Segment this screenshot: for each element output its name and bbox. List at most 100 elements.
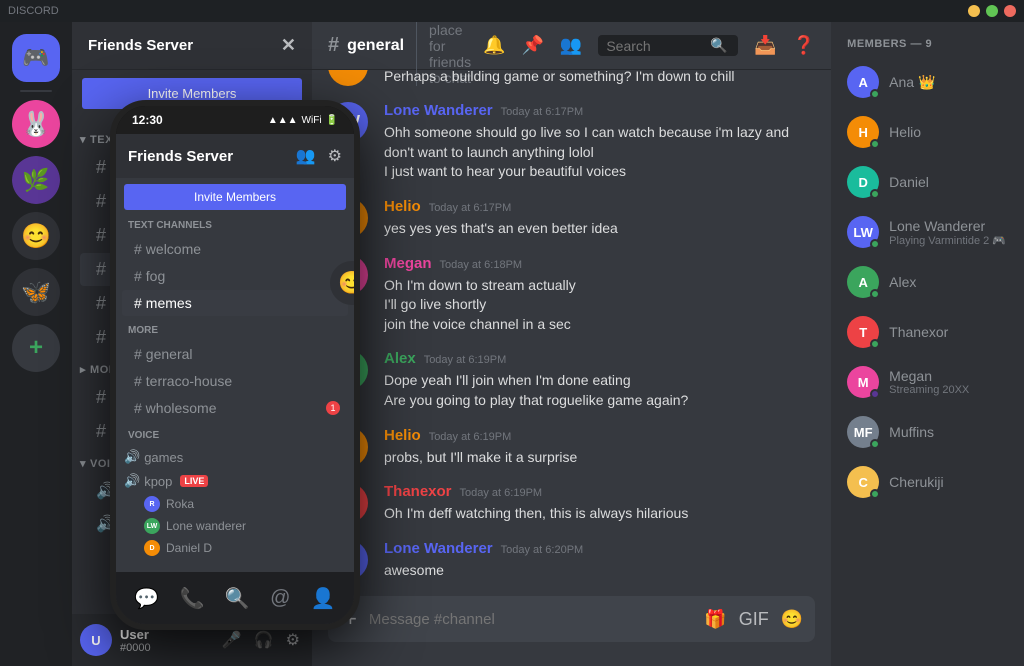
member-item[interactable]: DDaniel bbox=[839, 158, 1024, 206]
member-item[interactable]: CCherukiji bbox=[839, 458, 1024, 506]
mobile-phone: 12:30 ▲▲▲ WiFi 🔋 Friends Server 👥 ⚙ Invi… bbox=[110, 100, 360, 630]
member-item[interactable]: MFMuffins bbox=[839, 408, 1024, 456]
member-info: MeganStreaming 20XX bbox=[889, 368, 969, 396]
member-item[interactable]: AAlex bbox=[839, 258, 1024, 306]
message-input-box: + 🎁 GIF 😊 bbox=[328, 596, 815, 642]
phone-settings-icon[interactable]: ⚙ bbox=[328, 146, 342, 166]
phone-mentions-icon[interactable]: @ bbox=[270, 587, 290, 610]
message-author[interactable]: Thanexor bbox=[384, 483, 452, 500]
hash-icon: # bbox=[96, 421, 106, 442]
member-item[interactable]: M MeganStreaming 20XX bbox=[839, 358, 1024, 406]
mute-button[interactable]: 🎤 bbox=[218, 626, 246, 654]
title-bar-title: DISCORD bbox=[8, 5, 59, 17]
phone-text-category: TEXT CHANNELS bbox=[116, 216, 354, 235]
server-icon-3[interactable]: 😊 bbox=[12, 212, 60, 260]
phone-voice-games[interactable]: 🔊 games bbox=[116, 445, 354, 469]
member-name: Daniel bbox=[889, 174, 929, 190]
deafen-button[interactable]: 🎧 bbox=[250, 626, 278, 654]
avatar: H bbox=[847, 116, 879, 148]
close-button[interactable] bbox=[1004, 5, 1016, 17]
phone-channel-wholesome[interactable]: # wholesome 1 bbox=[122, 395, 348, 421]
message-group: LWLone WandererToday at 6:20PMawesome bbox=[328, 540, 815, 581]
message-author[interactable]: Lone Wanderer bbox=[384, 102, 493, 119]
status-dot bbox=[870, 489, 880, 499]
emoji-icon[interactable]: 😊 bbox=[781, 609, 803, 630]
phone-channel-memes[interactable]: # memes bbox=[122, 290, 348, 316]
message-author[interactable]: Helio bbox=[384, 198, 421, 215]
status-dot bbox=[870, 339, 880, 349]
message-header: Alex Today at 6:19PM bbox=[384, 350, 815, 367]
phone-profile-icon[interactable]: 👤 bbox=[311, 586, 336, 611]
add-server-button[interactable]: + bbox=[12, 324, 60, 372]
gift-icon[interactable]: 🎁 bbox=[704, 609, 726, 630]
server-icon-1[interactable]: 🐰 bbox=[12, 100, 60, 148]
member-item[interactable]: HHelio bbox=[839, 108, 1024, 156]
message-header: HelioToday at 6:19PM bbox=[384, 427, 815, 444]
search-input[interactable] bbox=[606, 38, 706, 54]
channel-header: # general A place for friends to chat 🔔 … bbox=[312, 22, 831, 70]
pin-icon[interactable]: 📌 bbox=[521, 35, 543, 56]
phone-search-icon[interactable]: 🔍 bbox=[225, 586, 250, 611]
message-header: MeganToday at 6:18PM bbox=[384, 255, 815, 272]
message-author[interactable]: Helio bbox=[384, 427, 421, 444]
avatar: LW bbox=[847, 216, 879, 248]
settings-button[interactable]: ⚙ bbox=[282, 626, 304, 654]
wifi-icon: WiFi bbox=[302, 115, 322, 126]
message-timestamp: Today at 6:17PM bbox=[501, 106, 584, 118]
speaker-icon: 🔊 bbox=[124, 449, 140, 465]
phone-voice-kpop[interactable]: 🔊 kpop LIVE bbox=[116, 469, 354, 493]
inbox-icon[interactable]: 📥 bbox=[754, 35, 776, 56]
phone-voice-member-roka[interactable]: R Roka bbox=[116, 493, 354, 515]
avatar: C bbox=[847, 466, 879, 498]
gif-icon[interactable]: GIF bbox=[739, 609, 769, 630]
server-icon-home[interactable]: 🎮 bbox=[12, 34, 60, 82]
title-bar: DISCORD bbox=[0, 0, 1024, 22]
phone-channel-terraco-house[interactable]: # terraco-house bbox=[122, 368, 348, 394]
member-item[interactable]: AAna 👑 bbox=[839, 58, 1024, 106]
search-box[interactable]: 🔍 bbox=[598, 35, 738, 56]
avatar: M bbox=[847, 366, 879, 398]
help-icon[interactable]: ❓ bbox=[793, 35, 815, 56]
server-icon-2[interactable] bbox=[12, 156, 60, 204]
member-item[interactable]: TThanexor bbox=[839, 308, 1024, 356]
hash-icon: # bbox=[96, 191, 106, 212]
message-content: Lone WandererToday at 6:20PMawesome bbox=[384, 540, 815, 581]
mobile-overlay: 12:30 ▲▲▲ WiFi 🔋 Friends Server 👥 ⚙ Invi… bbox=[110, 0, 370, 666]
members-icon[interactable]: 👥 bbox=[560, 35, 582, 56]
message-author[interactable]: Alex bbox=[384, 350, 416, 367]
member-item[interactable]: LWLone WandererPlaying Varmintide 2 🎮 bbox=[839, 208, 1024, 256]
message-input[interactable] bbox=[369, 600, 696, 639]
server-icon-4[interactable]: 🦋 bbox=[12, 268, 60, 316]
server-list: 🎮 🐰 😊 🦋 + bbox=[0, 22, 72, 666]
phone-members-icon[interactable]: 👥 bbox=[296, 146, 316, 166]
phone-channel-welcome[interactable]: # welcome bbox=[122, 236, 348, 262]
member-info: Ana 👑 bbox=[889, 74, 935, 91]
server-header-icons: ✕ bbox=[281, 35, 296, 56]
chevron-icon: ▾ bbox=[80, 457, 86, 470]
message-timestamp: Today at 6:19PM bbox=[424, 354, 507, 366]
phone-voice-member-lonewanderer[interactable]: LW Lone wanderer bbox=[116, 515, 354, 537]
message-text: Are you going to play that roguelike gam… bbox=[384, 391, 815, 411]
server-header[interactable]: Friends Server ✕ bbox=[72, 22, 312, 70]
chevron-icon: ▸ bbox=[80, 363, 86, 376]
chevron-icon: ▾ bbox=[80, 133, 86, 146]
maximize-button[interactable] bbox=[986, 5, 998, 17]
notification-bell-icon[interactable]: 🔔 bbox=[483, 35, 505, 56]
minimize-button[interactable] bbox=[968, 5, 980, 17]
phone-voice-label: VOICE bbox=[116, 422, 354, 445]
phone-invite-button[interactable]: Invite Members bbox=[124, 184, 346, 210]
phone-voice-member-danield[interactable]: D Daniel D bbox=[116, 537, 354, 559]
search-icon: 🔍 bbox=[710, 37, 727, 54]
status-dot bbox=[870, 389, 880, 399]
window-controls[interactable] bbox=[968, 5, 1016, 17]
message-author[interactable]: Megan bbox=[384, 255, 432, 272]
message-author[interactable]: Lone Wanderer bbox=[384, 540, 493, 557]
phone-server-icons: 👥 ⚙ bbox=[296, 146, 342, 166]
phone-channel-fog[interactable]: # fog bbox=[122, 263, 348, 289]
phone-home-icon[interactable]: 💬 bbox=[134, 586, 159, 611]
live-badge: LIVE bbox=[180, 475, 208, 487]
phone-channel-general[interactable]: # general bbox=[122, 341, 348, 367]
phone-call-icon[interactable]: 📞 bbox=[180, 586, 205, 611]
message-header: Lone WandererToday at 6:20PM bbox=[384, 540, 815, 557]
speaker-icon: 🔊 bbox=[124, 473, 140, 489]
